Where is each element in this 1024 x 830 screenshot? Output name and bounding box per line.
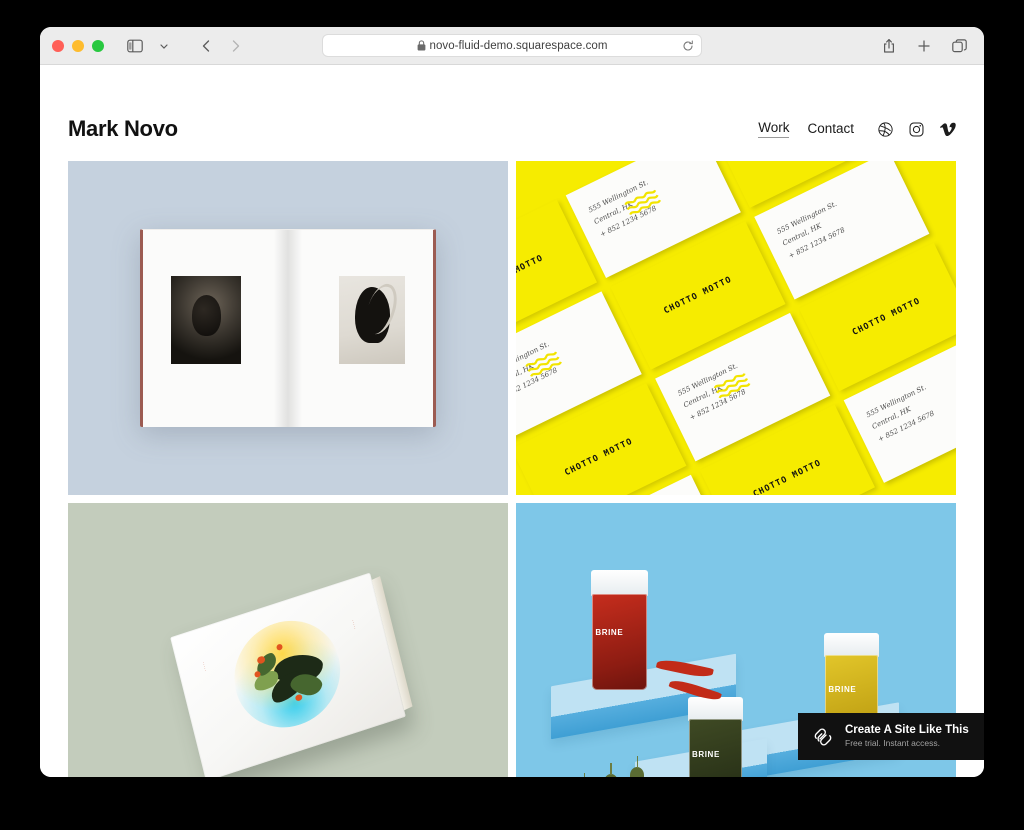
nav-item-contact[interactable]: Contact [807, 121, 854, 138]
jar-lid [590, 569, 648, 597]
work-gallery-grid: CHOTTO MOTTO 555 Wellington St.Central, … [40, 161, 984, 777]
plus-icon[interactable] [911, 34, 937, 58]
gallery-item-hardcover-book[interactable]: ····· ····· [68, 503, 508, 777]
jar-body [688, 718, 742, 777]
main-navigation: Work Contact [758, 120, 956, 138]
book-spread-image [140, 229, 436, 427]
brine-jar-olive: BRINE [687, 696, 743, 777]
toolbar-left-controls [122, 34, 248, 58]
banner-subtitle: Free trial. Instant access. [845, 738, 940, 749]
card-logo: CHOTTO MOTTO [751, 458, 823, 495]
dribbble-icon[interactable] [878, 121, 893, 137]
nav-item-work[interactable]: Work [758, 120, 790, 138]
card-logo: CHOTTO MOTTO [662, 274, 734, 317]
url-text-group: novo-fluid-demo.squarespace.com [417, 40, 608, 52]
banner-title: Create A Site Like This [845, 723, 969, 736]
minimize-window-button[interactable] [72, 39, 84, 52]
banner-text-group: Create A Site Like This Free trial. Inst… [845, 723, 969, 750]
cover-text: ····· [201, 659, 209, 672]
gallery-item-chotto-motto-cards[interactable]: CHOTTO MOTTO 555 Wellington St.Central, … [516, 161, 956, 495]
jar-lid [687, 696, 743, 721]
book-page-left [140, 229, 288, 427]
book-page-right [288, 229, 436, 427]
browser-toolbar: novo-fluid-demo.squarespace.com [40, 27, 984, 65]
brine-jar-red: BRINE [590, 569, 648, 691]
lock-icon [417, 40, 426, 51]
forward-arrow-icon[interactable] [222, 34, 248, 58]
hardcover-book-image: ····· ····· [170, 572, 406, 777]
url-value: novo-fluid-demo.squarespace.com [429, 39, 608, 52]
portrait-photo-right [339, 276, 405, 364]
page-content: Mark Novo Work Contact MOTTO 555 Welling… [40, 65, 984, 777]
caper-berry [604, 763, 619, 777]
browser-window: novo-fluid-demo.squarespace.com Mark Nov… [40, 27, 984, 777]
reload-icon[interactable] [682, 39, 694, 52]
gallery-item-book-spread[interactable] [68, 161, 508, 495]
business-cards-image: CHOTTO MOTTO 555 Wellington St.Central, … [516, 161, 956, 495]
tab-overview-icon[interactable] [946, 34, 972, 58]
chevron-down-icon[interactable] [151, 34, 177, 58]
maximize-window-button[interactable] [92, 39, 104, 52]
cover-text: ····· [350, 618, 359, 631]
site-brand[interactable]: Mark Novo [68, 116, 178, 142]
site-header: Mark Novo Work Contact [40, 65, 984, 161]
vimeo-icon[interactable] [940, 122, 956, 136]
back-arrow-icon[interactable] [193, 34, 219, 58]
cover-artwork [223, 606, 352, 742]
card-logo: CHOTTO MOTTO [562, 436, 635, 479]
window-controls [52, 39, 104, 52]
toolbar-right-controls [876, 34, 972, 58]
jar-lid [824, 633, 879, 657]
portrait-photo-left [171, 276, 241, 364]
jar-body [591, 593, 647, 691]
close-window-button[interactable] [52, 39, 64, 52]
address-bar[interactable]: novo-fluid-demo.squarespace.com [322, 34, 702, 57]
share-icon[interactable] [876, 34, 902, 58]
sidebar-icon[interactable] [122, 34, 148, 58]
jar-label: BRINE [595, 627, 624, 637]
instagram-icon[interactable] [909, 122, 924, 137]
squarespace-promo-banner[interactable]: Create A Site Like This Free trial. Inst… [798, 713, 984, 760]
card-logo: CHOTTO MOTTO [850, 296, 923, 339]
berry-shape [294, 693, 303, 702]
squarespace-logo [812, 726, 834, 748]
card-logo: CHOTTO MOTTO [516, 253, 546, 295]
screenshot-stage: novo-fluid-demo.squarespace.com Mark Nov… [0, 0, 1024, 830]
jar-label: BRINE [691, 749, 720, 759]
jar-label: BRINE [828, 684, 857, 694]
social-links [878, 121, 956, 137]
berry-shape [275, 642, 284, 651]
